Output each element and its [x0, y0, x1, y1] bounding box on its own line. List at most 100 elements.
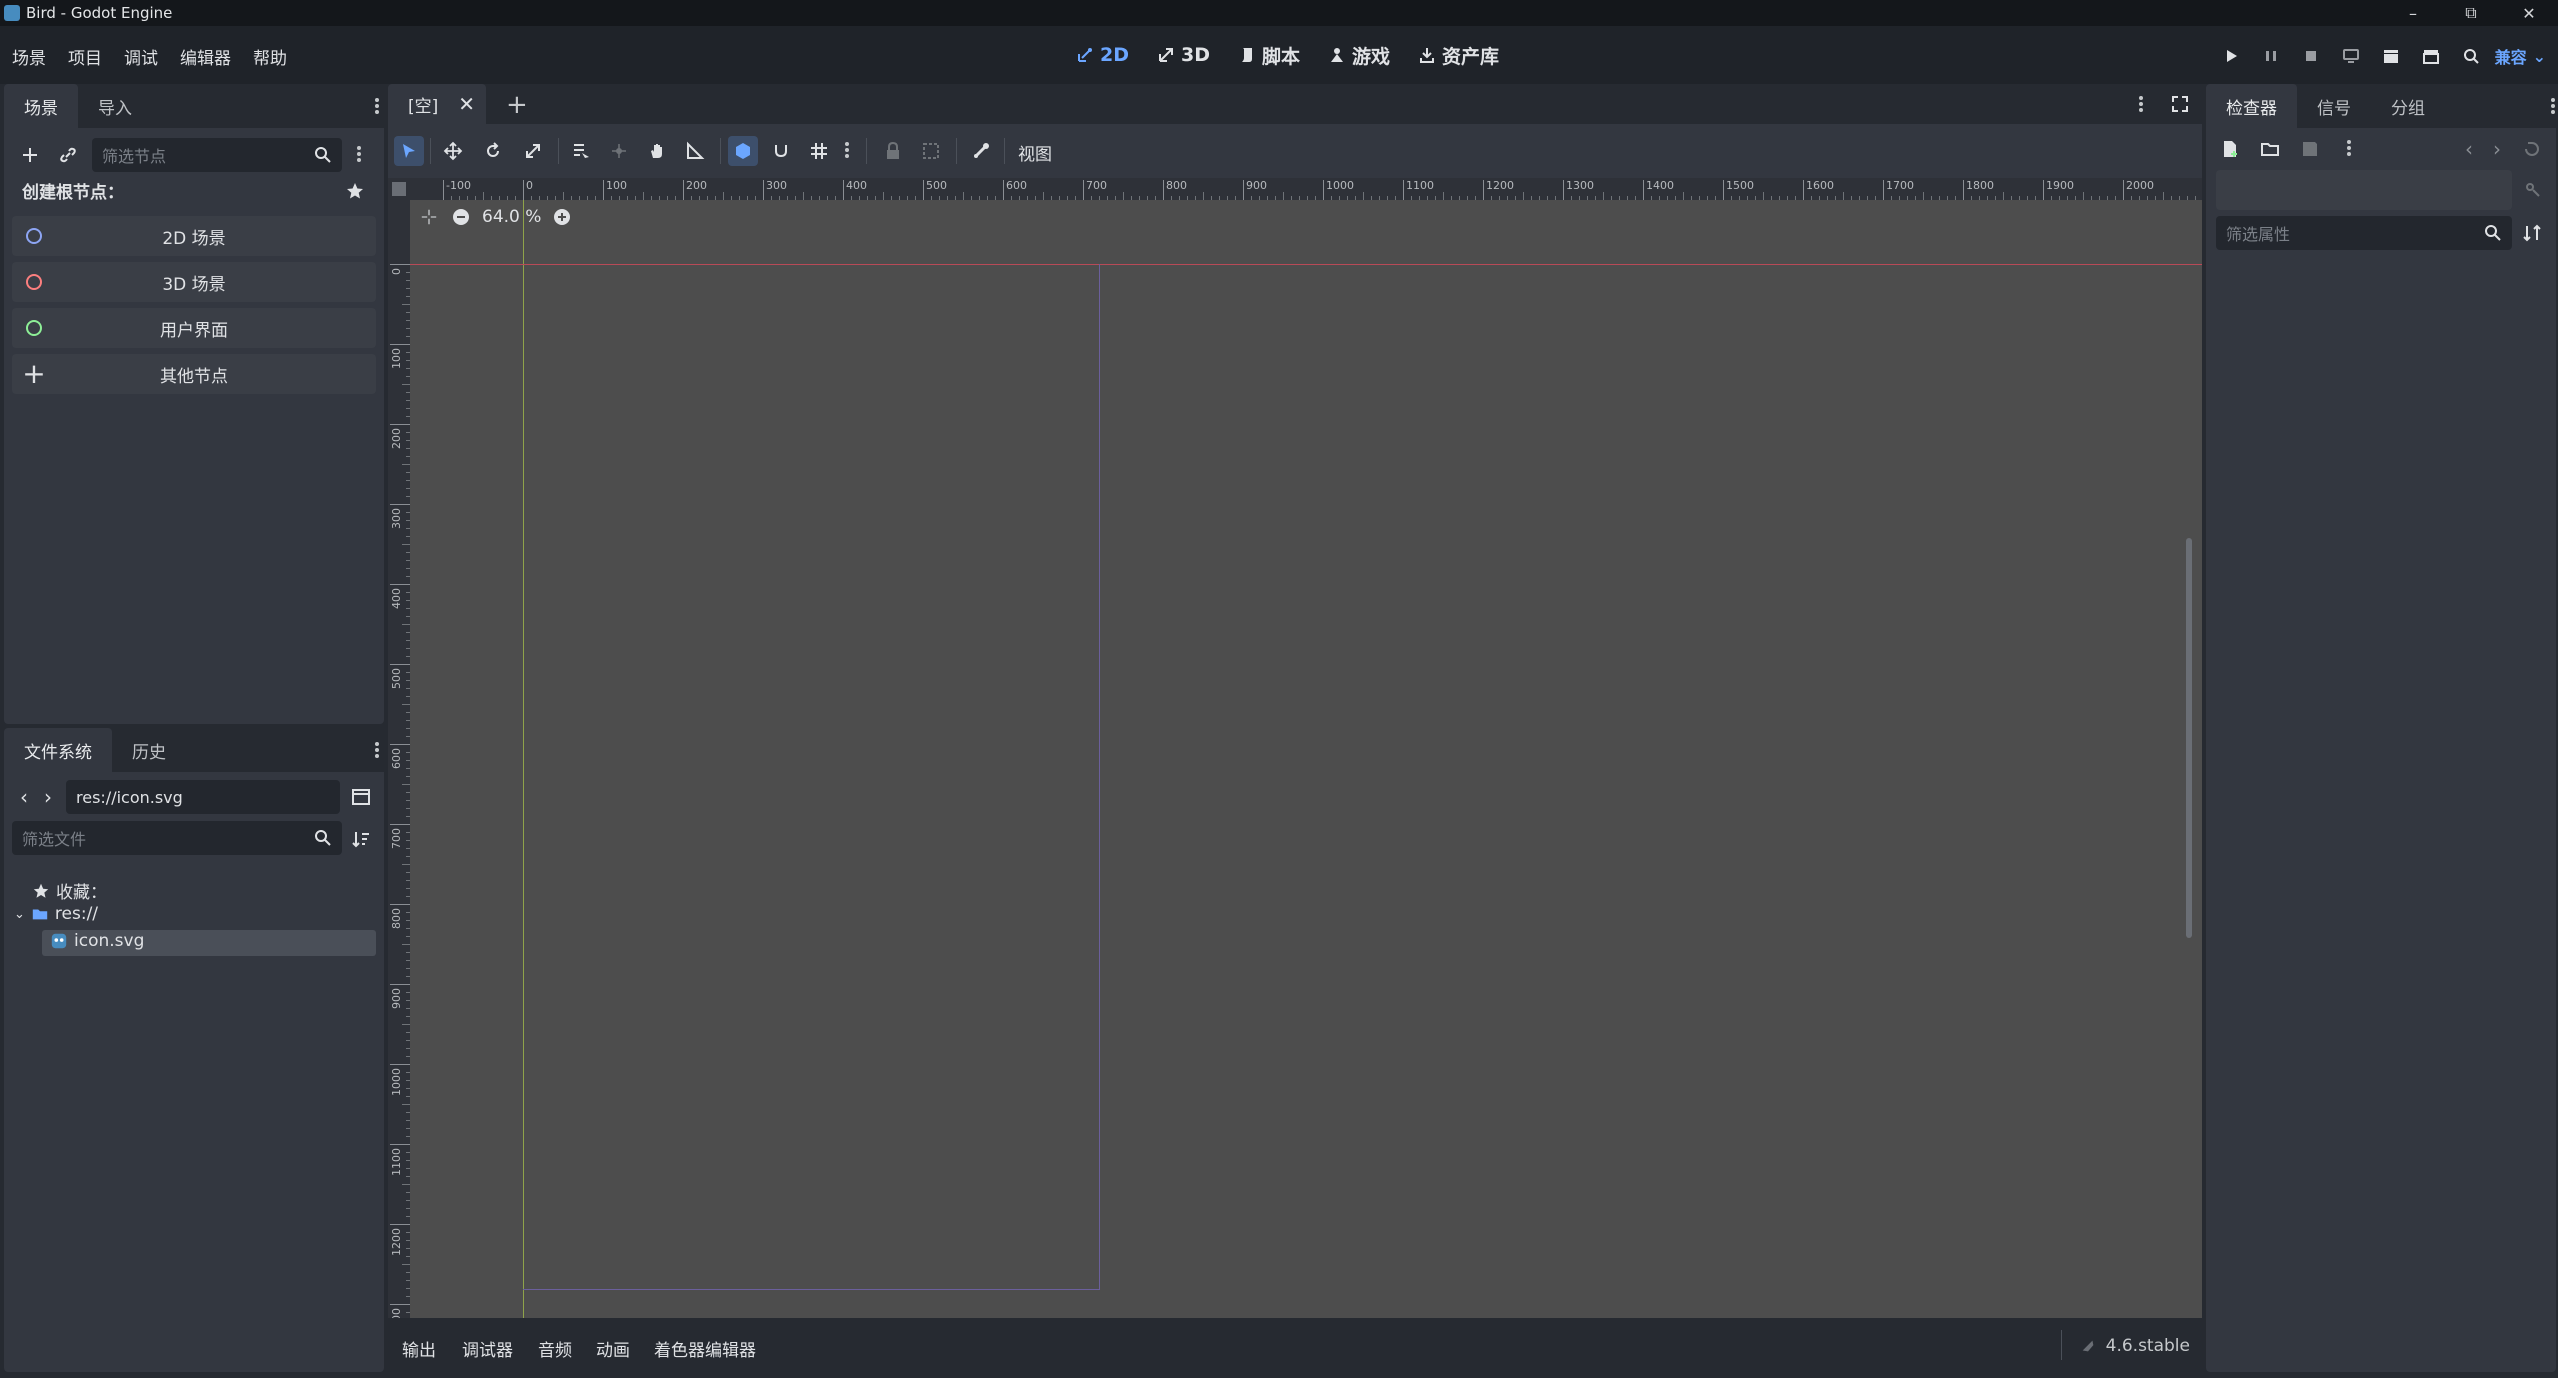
tab-filesystem[interactable]: 文件系统 [4, 728, 112, 772]
show-list-button[interactable] [566, 136, 596, 166]
forward-icon[interactable]: › [38, 782, 58, 812]
workspace-game-button[interactable]: 游戏 [1318, 40, 1400, 70]
minimize-button[interactable]: – [2384, 0, 2442, 26]
pan-mode-button[interactable] [642, 136, 672, 166]
zoom-out-button[interactable] [450, 206, 472, 228]
workspace-script-button[interactable]: 脚本 [1228, 40, 1310, 70]
pause-button[interactable] [2251, 44, 2291, 68]
back-icon[interactable]: ‹ [14, 782, 34, 812]
object-menu-button[interactable] [2520, 176, 2544, 202]
zoom-in-button[interactable] [551, 206, 573, 228]
renderer-select[interactable]: 兼容 ⌄ [2495, 44, 2546, 68]
scene-tree-menu-icon[interactable] [356, 144, 362, 164]
ruler-v-minor-tick [406, 768, 410, 769]
tab-audio[interactable]: 音频 [538, 1336, 572, 1361]
ruler-h-minor-tick [1147, 196, 1148, 200]
tab-output[interactable]: 输出 [402, 1336, 436, 1361]
instance-scene-button[interactable] [54, 138, 82, 172]
resource-extra-menu-icon[interactable] [2346, 138, 2352, 158]
menu-help[interactable]: 帮助 [241, 44, 297, 69]
filter-files-input[interactable]: 筛选文件 [12, 821, 342, 855]
movie-maker-button[interactable] [2451, 44, 2491, 68]
ruler-v-minor-tick [406, 992, 410, 993]
create-3d-scene-button[interactable]: 3D 场景 [12, 262, 376, 302]
ruler-v-minor-tick [406, 1080, 410, 1081]
grid-toggle-button[interactable] [804, 136, 834, 166]
select-mode-button[interactable] [394, 136, 424, 166]
tab-empty-scene[interactable]: [空] ✕ [388, 84, 486, 124]
favorite-nodes-button[interactable] [344, 180, 366, 202]
pivot-mode-button[interactable] [604, 136, 634, 166]
filesystem-dock-menu-icon[interactable] [374, 740, 380, 760]
menu-scene[interactable]: 场景 [0, 44, 56, 69]
center-view-button[interactable] [418, 206, 440, 228]
ruler-mode-button[interactable] [680, 136, 710, 166]
history-back-icon[interactable]: ‹ [2460, 136, 2478, 162]
tab-import[interactable]: 导入 [78, 84, 152, 128]
play-project-button[interactable] [2211, 44, 2251, 68]
filter-properties-input[interactable]: 筛选属性 [2216, 216, 2512, 250]
history-forward-icon[interactable]: › [2488, 136, 2506, 162]
rotate-mode-button[interactable] [478, 136, 508, 166]
tab-shader-editor[interactable]: 着色器编辑器 [654, 1336, 756, 1361]
vertical-scrollbar[interactable] [2186, 538, 2192, 938]
scene-tabs-menu-icon[interactable] [2138, 94, 2144, 114]
scene-dock-menu-icon[interactable] [374, 96, 380, 116]
distraction-free-button[interactable] [2168, 92, 2192, 116]
file-label: icon.svg [74, 931, 145, 951]
close-icon[interactable]: ✕ [458, 92, 475, 116]
group-button[interactable] [916, 136, 946, 166]
add-scene-tab-button[interactable]: + [506, 90, 528, 120]
canvas-viewport[interactable]: -100 0 100 200 300 400 500 600 700 800 900 1000 1100… [388, 178, 2202, 1318]
zoom-level[interactable]: 64.0 % [482, 207, 541, 227]
workspace-3d-button[interactable]: 3D [1147, 40, 1220, 70]
menu-debug[interactable]: 调试 [112, 44, 168, 69]
snap-options-menu-icon[interactable] [844, 140, 850, 160]
tab-debugger[interactable]: 调试器 [462, 1336, 513, 1361]
filter-nodes-input[interactable]: 筛选节点 [92, 138, 342, 172]
create-other-node-button[interactable]: + 其他节点 [12, 354, 376, 394]
ruler-h-minor-tick [731, 196, 732, 200]
inspector-dock-menu-icon[interactable] [2550, 96, 2556, 116]
menu-editor[interactable]: 编辑器 [168, 44, 241, 69]
stop-button[interactable] [2291, 44, 2331, 68]
file-row-icon-svg[interactable]: icon.svg [50, 931, 144, 951]
sort-files-button[interactable] [348, 826, 374, 852]
scale-mode-button[interactable] [518, 136, 548, 166]
tab-signals[interactable]: 信号 [2297, 84, 2371, 128]
ruler-h-minor-tick [1627, 196, 1628, 200]
view-menu[interactable]: 视图 [1018, 140, 1052, 165]
lock-button[interactable] [878, 136, 908, 166]
tab-animation[interactable]: 动画 [596, 1336, 630, 1361]
move-mode-button[interactable] [438, 136, 468, 166]
close-window-button[interactable]: ✕ [2500, 0, 2558, 26]
smart-snap-button[interactable] [728, 136, 758, 166]
object-selector[interactable] [2216, 170, 2512, 210]
workspace-2d-button[interactable]: 2D [1066, 40, 1139, 70]
toggle-split-mode-button[interactable] [348, 784, 374, 810]
res-root-row[interactable]: ⌄ res:// [14, 904, 98, 924]
tab-inspector[interactable]: 检查器 [2206, 84, 2297, 128]
save-resource-button[interactable] [2298, 136, 2322, 162]
create-ui-button[interactable]: 用户界面 [12, 308, 376, 348]
object-history-button[interactable] [2520, 136, 2544, 162]
open-resource-button[interactable] [2258, 136, 2282, 162]
menu-project[interactable]: 项目 [56, 44, 112, 69]
grid-snap-button[interactable] [766, 136, 796, 166]
inspector-settings-button[interactable] [2520, 220, 2544, 246]
favorites-row[interactable]: 收藏： [32, 878, 107, 903]
path-field[interactable]: res://icon.svg [66, 780, 340, 814]
play-custom-scene-button[interactable] [2411, 44, 2451, 68]
play-scene-button[interactable] [2371, 44, 2411, 68]
restore-button[interactable]: ⧉ [2442, 0, 2500, 26]
tab-groups[interactable]: 分组 [2371, 84, 2445, 128]
create-2d-scene-button[interactable]: 2D 场景 [12, 216, 376, 256]
remote-debug-button[interactable] [2331, 44, 2371, 68]
skeleton-button[interactable] [966, 136, 996, 166]
ruler-v-minor-tick [406, 736, 410, 737]
new-resource-button[interactable] [2218, 136, 2242, 162]
tab-scene[interactable]: 场景 [4, 84, 78, 128]
tab-history[interactable]: 历史 [112, 728, 186, 772]
workspace-asset-library-button[interactable]: 资产库 [1408, 40, 1509, 70]
add-node-button[interactable] [16, 138, 44, 172]
